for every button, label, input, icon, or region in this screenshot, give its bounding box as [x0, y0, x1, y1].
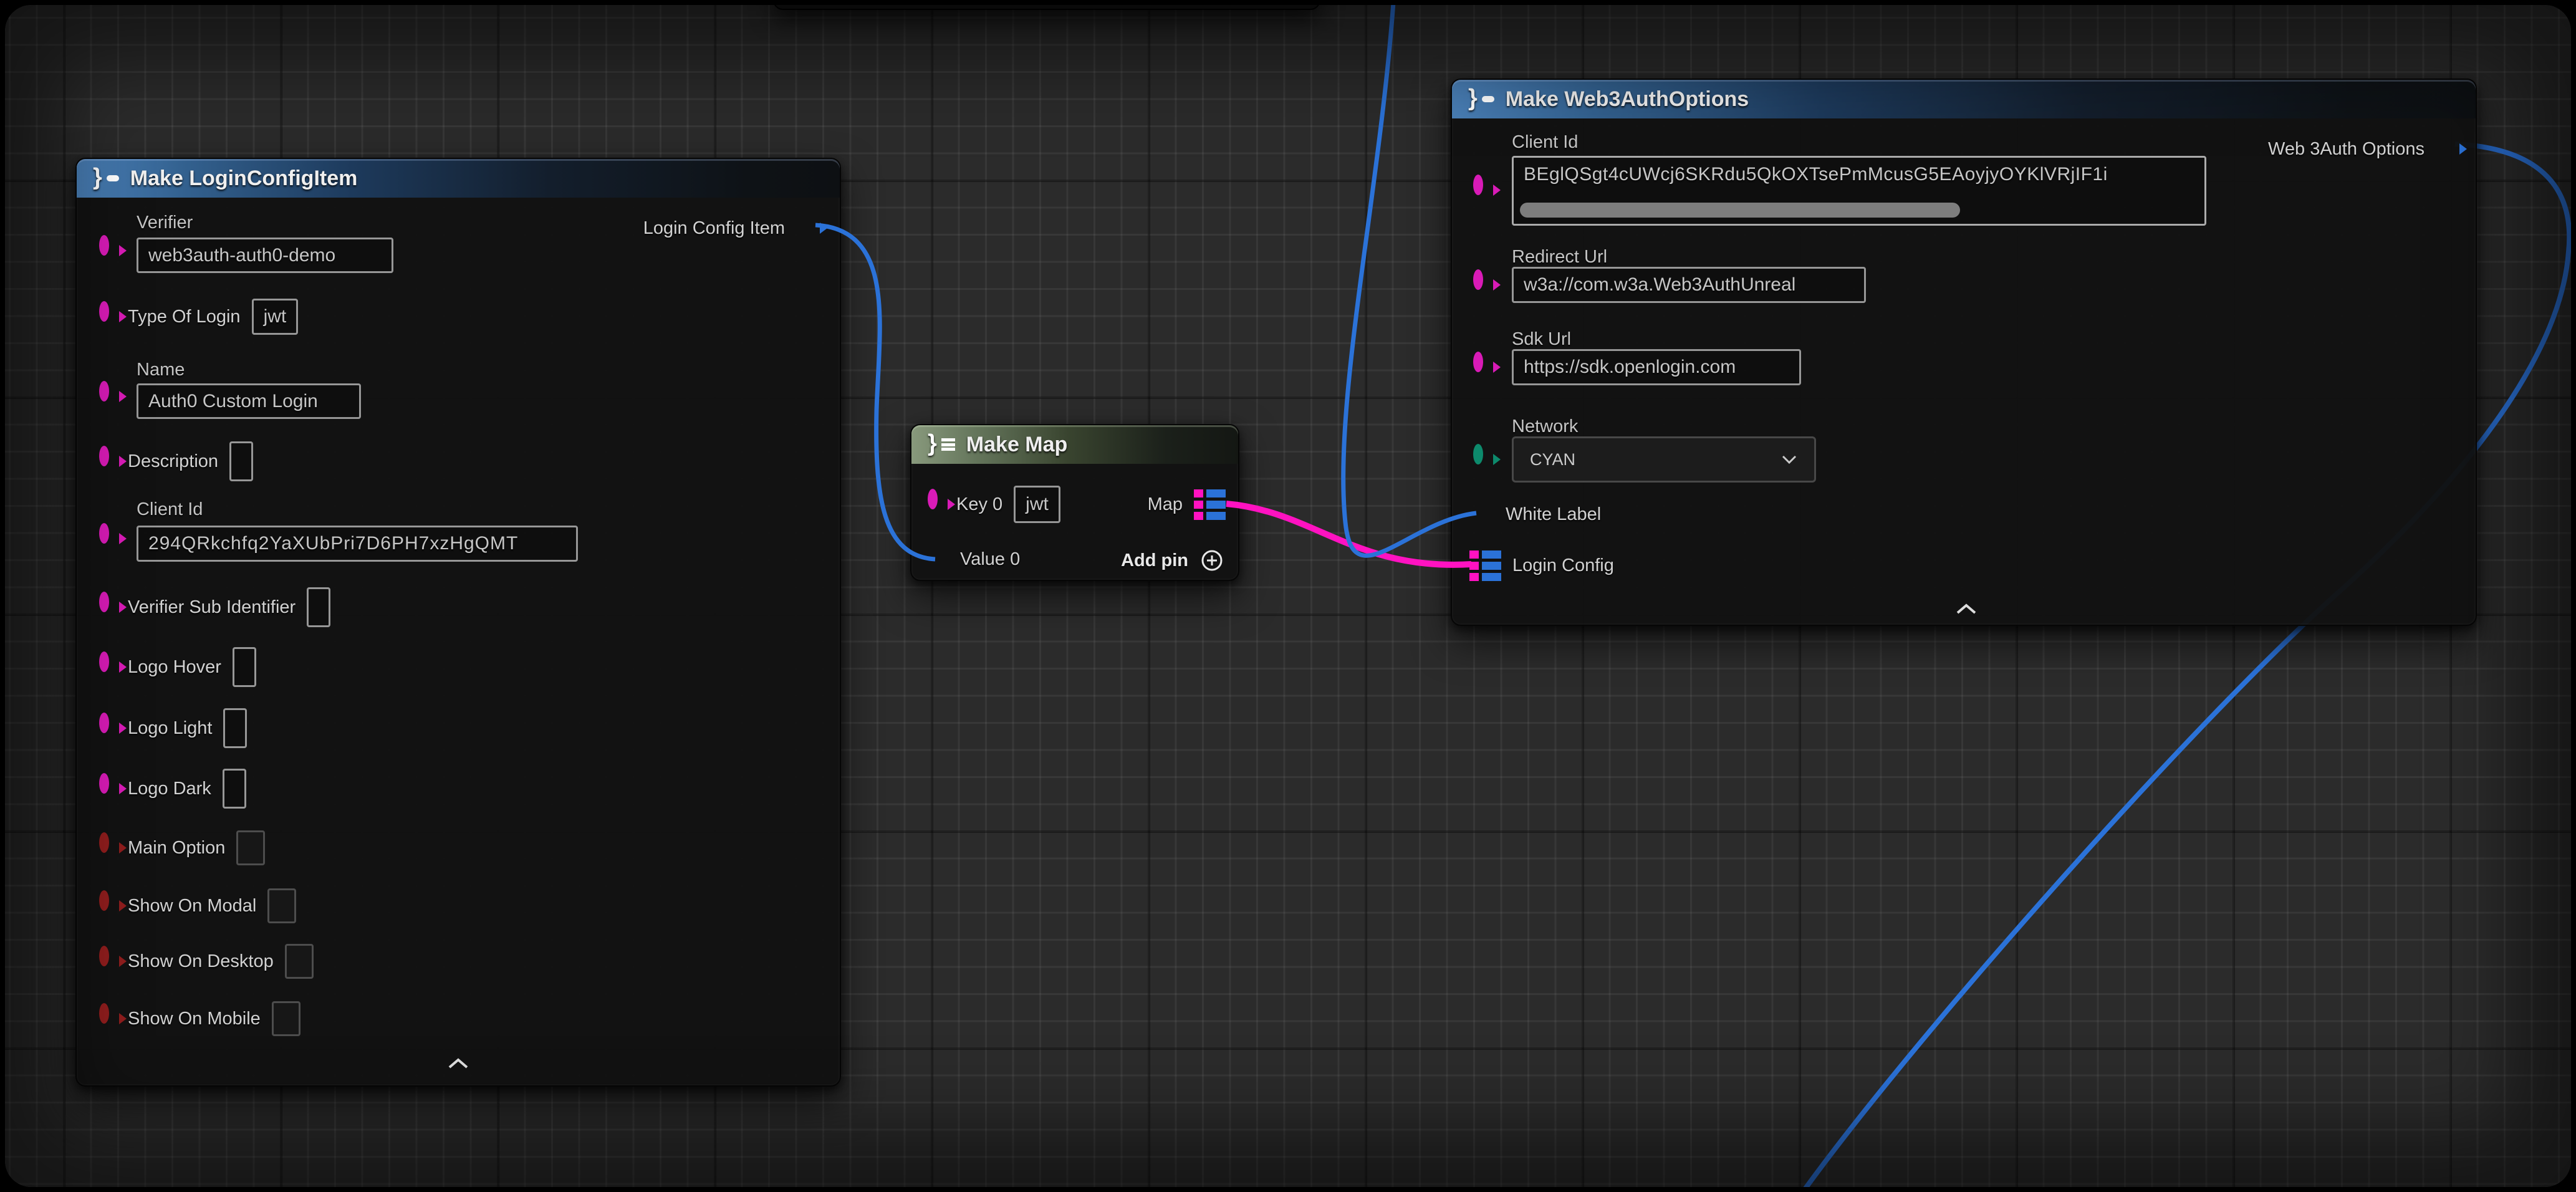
wire-login-config-item-to-value0[interactable] — [815, 225, 935, 559]
wire-top-to-white-label[interactable] — [1343, 5, 1476, 555]
blueprint-graph-canvas[interactable]: } Make LoginConfigItem Login Config Item… — [5, 5, 2571, 1187]
wire-layer-over — [5, 5, 2571, 1187]
